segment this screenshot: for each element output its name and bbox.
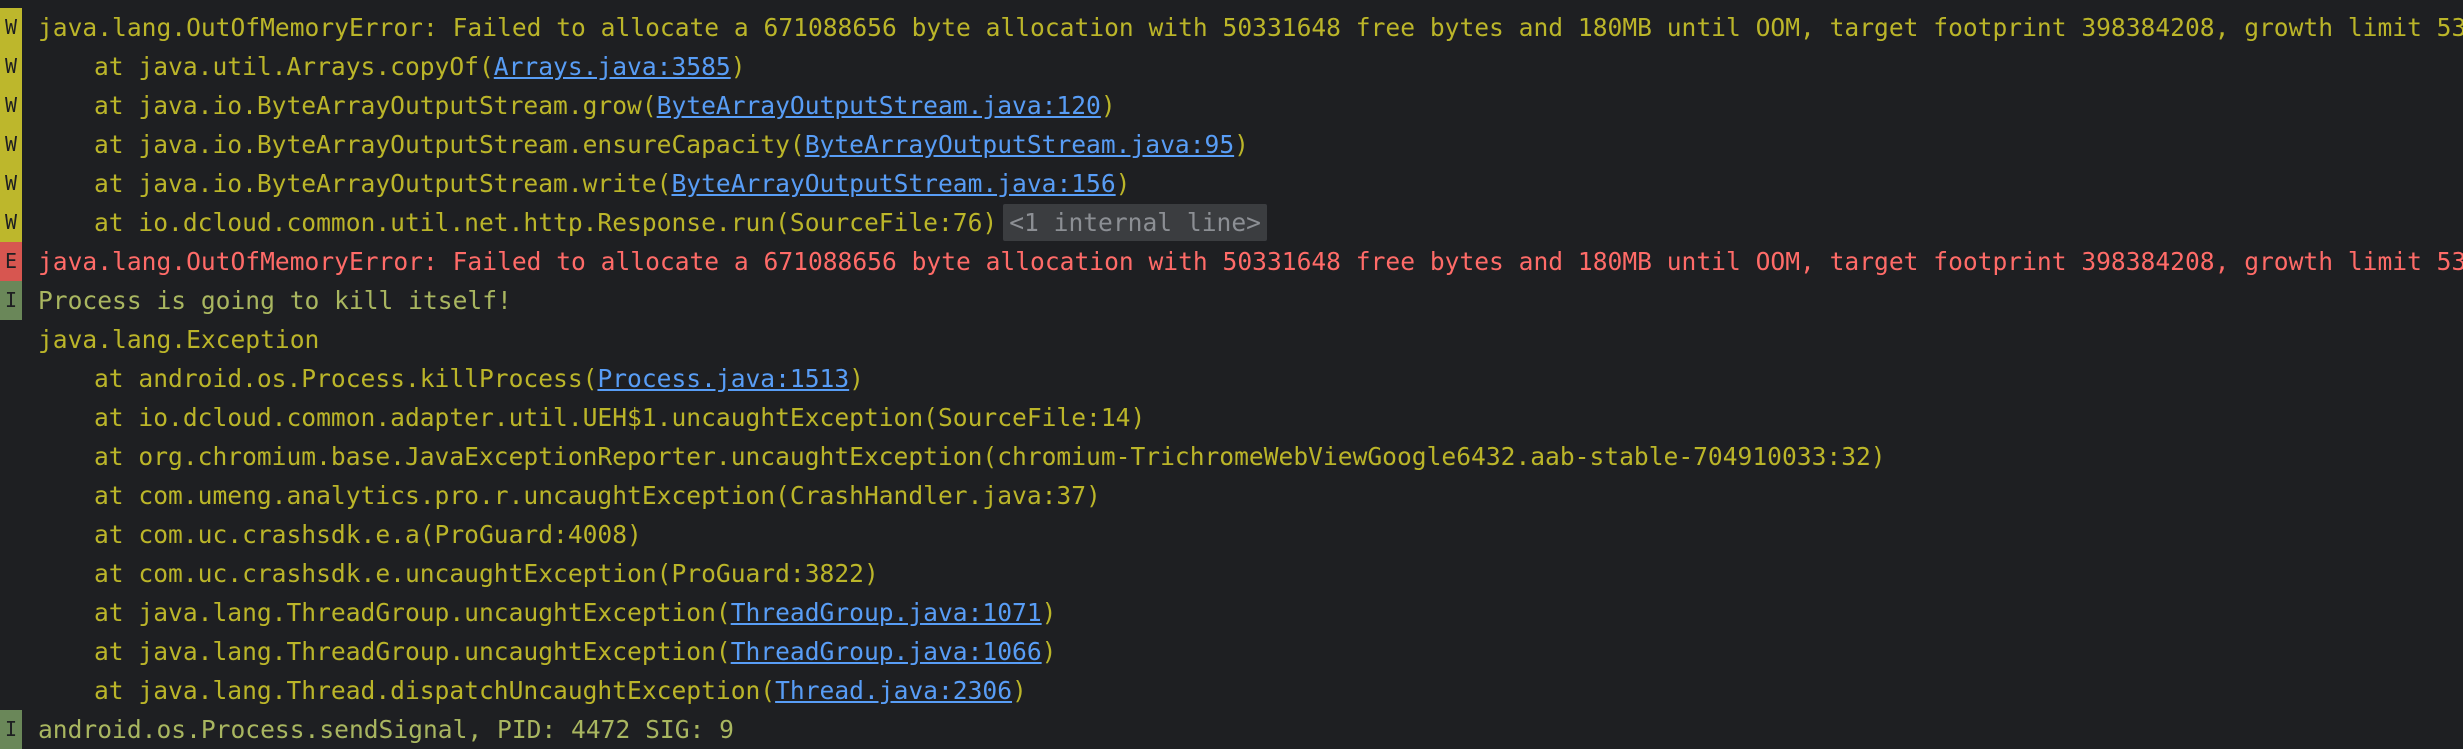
log-message: java.lang.Exception <box>38 320 319 359</box>
log-message: at io.dcloud.common.adapter.util.UEH$1.u… <box>38 398 1145 437</box>
log-message: at java.io.ByteArrayOutputStream.ensureC… <box>38 125 1249 164</box>
log-text: at com.uc.crashsdk.e.uncaughtException(P… <box>94 559 879 588</box>
log-line: at com.uc.crashsdk.e.uncaughtException(P… <box>0 554 2463 593</box>
log-line: at java.lang.ThreadGroup.uncaughtExcepti… <box>0 593 2463 632</box>
log-line: W at java.io.ByteArrayOutputStream.ensur… <box>0 125 2463 164</box>
log-level-marker <box>0 398 22 437</box>
log-line: at java.lang.Thread.dispatchUncaughtExce… <box>0 671 2463 710</box>
log-level-marker: I <box>0 281 22 320</box>
source-link[interactable]: ByteArrayOutputStream.java:120 <box>657 91 1101 120</box>
log-text: at org.chromium.base.JavaExceptionReport… <box>94 442 1886 471</box>
log-text: at java.io.ByteArrayOutputStream.write( <box>94 169 672 198</box>
log-level-marker: E <box>0 242 22 281</box>
log-message: at java.lang.Thread.dispatchUncaughtExce… <box>38 671 1027 710</box>
log-level-marker <box>0 593 22 632</box>
log-message: java.lang.OutOfMemoryError: Failed to al… <box>38 8 2463 47</box>
log-line: at io.dcloud.common.adapter.util.UEH$1.u… <box>0 398 2463 437</box>
log-text: at java.lang.Thread.dispatchUncaughtExce… <box>94 676 776 705</box>
log-message: at org.chromium.base.JavaExceptionReport… <box>38 437 1886 476</box>
log-line: at com.uc.crashsdk.e.a(ProGuard:4008) <box>0 515 2463 554</box>
log-level-marker <box>0 437 22 476</box>
log-text: at java.io.ByteArrayOutputStream.ensureC… <box>94 130 805 159</box>
log-message: java.lang.OutOfMemoryError: Failed to al… <box>38 242 2463 281</box>
log-level-marker: W <box>0 86 22 125</box>
source-link[interactable]: ThreadGroup.java:1066 <box>731 637 1042 666</box>
log-line: W at java.io.ByteArrayOutputStream.grow(… <box>0 86 2463 125</box>
log-text: java.lang.OutOfMemoryError: Failed to al… <box>38 13 2463 42</box>
log-message: at android.os.Process.killProcess(Proces… <box>38 359 864 398</box>
log-text: at com.uc.crashsdk.e.a(ProGuard:4008) <box>94 520 642 549</box>
source-link[interactable]: ThreadGroup.java:1071 <box>731 598 1042 627</box>
log-line: I Process is going to kill itself! <box>0 281 2463 320</box>
log-level-marker <box>0 632 22 671</box>
log-level-marker <box>0 320 22 359</box>
log-message: at java.lang.ThreadGroup.uncaughtExcepti… <box>38 593 1056 632</box>
log-line: W at java.io.ByteArrayOutputStream.write… <box>0 164 2463 203</box>
log-text: at android.os.Process.killProcess( <box>94 364 598 393</box>
log-line: I android.os.Process.sendSignal, PID: 44… <box>0 710 2463 749</box>
log-level-marker: W <box>0 164 22 203</box>
log-line: W at io.dcloud.common.util.net.http.Resp… <box>0 203 2463 242</box>
log-text-suffix: ) <box>1012 676 1027 705</box>
log-level-marker: W <box>0 8 22 47</box>
log-level-marker: W <box>0 47 22 86</box>
log-text-suffix: ) <box>730 52 746 81</box>
log-line: java.lang.Exception <box>0 320 2463 359</box>
log-text: at java.io.ByteArrayOutputStream.grow( <box>94 91 657 120</box>
log-line: at org.chromium.base.JavaExceptionReport… <box>0 437 2463 476</box>
log-message: at java.util.Arrays.copyOf(Arrays.java:3… <box>38 47 746 86</box>
log-line: W at java.util.Arrays.copyOf(Arrays.java… <box>0 47 2463 86</box>
log-message: at io.dcloud.common.util.net.http.Respon… <box>38 203 1267 242</box>
log-message: android.os.Process.sendSignal, PID: 4472… <box>38 710 734 749</box>
log-text-suffix: ) <box>1100 91 1116 120</box>
log-text-suffix: ) <box>1041 598 1057 627</box>
log-level-marker <box>0 476 22 515</box>
log-level-marker <box>0 554 22 593</box>
logcat-window: { "log": { "rows": [ {"level": "W", "cls… <box>0 0 2463 749</box>
log-text-suffix: ) <box>1234 130 1249 159</box>
collapsed-lines-badge[interactable]: <1 internal line> <box>1003 204 1267 241</box>
log-line: at java.lang.ThreadGroup.uncaughtExcepti… <box>0 632 2463 671</box>
log-text: at io.dcloud.common.util.net.http.Respon… <box>94 208 998 237</box>
log-line: W java.lang.OutOfMemoryError: Failed to … <box>0 8 2463 47</box>
log-level-marker <box>0 359 22 398</box>
log-message: at java.io.ByteArrayOutputStream.grow(By… <box>38 86 1116 125</box>
log-text-suffix: ) <box>849 364 864 393</box>
log-line: at com.umeng.analytics.pro.r.uncaughtExc… <box>0 476 2463 515</box>
log-text: at io.dcloud.common.adapter.util.UEH$1.u… <box>94 403 1146 432</box>
log-text: Process is going to kill itself! <box>38 286 512 315</box>
log-text: at java.lang.ThreadGroup.uncaughtExcepti… <box>94 598 731 627</box>
log-message: at com.uc.crashsdk.e.a(ProGuard:4008) <box>38 515 642 554</box>
log-message: at com.uc.crashsdk.e.uncaughtException(P… <box>38 554 879 593</box>
log-line: at android.os.Process.killProcess(Proces… <box>0 359 2463 398</box>
log-text: at com.umeng.analytics.pro.r.uncaughtExc… <box>94 481 1101 510</box>
log-text: android.os.Process.sendSignal, PID: 4472… <box>38 715 734 744</box>
source-link[interactable]: Arrays.java:3585 <box>494 52 731 81</box>
log-level-marker: W <box>0 203 22 242</box>
log-text-suffix: ) <box>1041 637 1057 666</box>
log-message: at com.umeng.analytics.pro.r.uncaughtExc… <box>38 476 1101 515</box>
log-level-marker <box>0 515 22 554</box>
log-level-marker: W <box>0 125 22 164</box>
log-text: java.lang.OutOfMemoryError: Failed to al… <box>38 247 2463 276</box>
log-level-marker: I <box>0 710 22 749</box>
source-link[interactable]: ByteArrayOutputStream.java:156 <box>671 169 1115 198</box>
logcat-output: W java.lang.OutOfMemoryError: Failed to … <box>0 8 2463 749</box>
log-line: E java.lang.OutOfMemoryError: Failed to … <box>0 242 2463 281</box>
source-link[interactable]: ByteArrayOutputStream.java:95 <box>805 130 1234 159</box>
log-text: at java.lang.ThreadGroup.uncaughtExcepti… <box>94 637 731 666</box>
log-message: at java.io.ByteArrayOutputStream.write(B… <box>38 164 1130 203</box>
log-text-suffix: ) <box>1115 169 1131 198</box>
log-text: at java.util.Arrays.copyOf( <box>94 52 494 81</box>
source-link[interactable]: Thread.java:2306 <box>775 676 1012 705</box>
log-message: at java.lang.ThreadGroup.uncaughtExcepti… <box>38 632 1056 671</box>
log-text: java.lang.Exception <box>38 325 320 354</box>
log-level-marker <box>0 671 22 710</box>
source-link[interactable]: Process.java:1513 <box>597 364 849 393</box>
log-message: Process is going to kill itself! <box>38 281 512 320</box>
